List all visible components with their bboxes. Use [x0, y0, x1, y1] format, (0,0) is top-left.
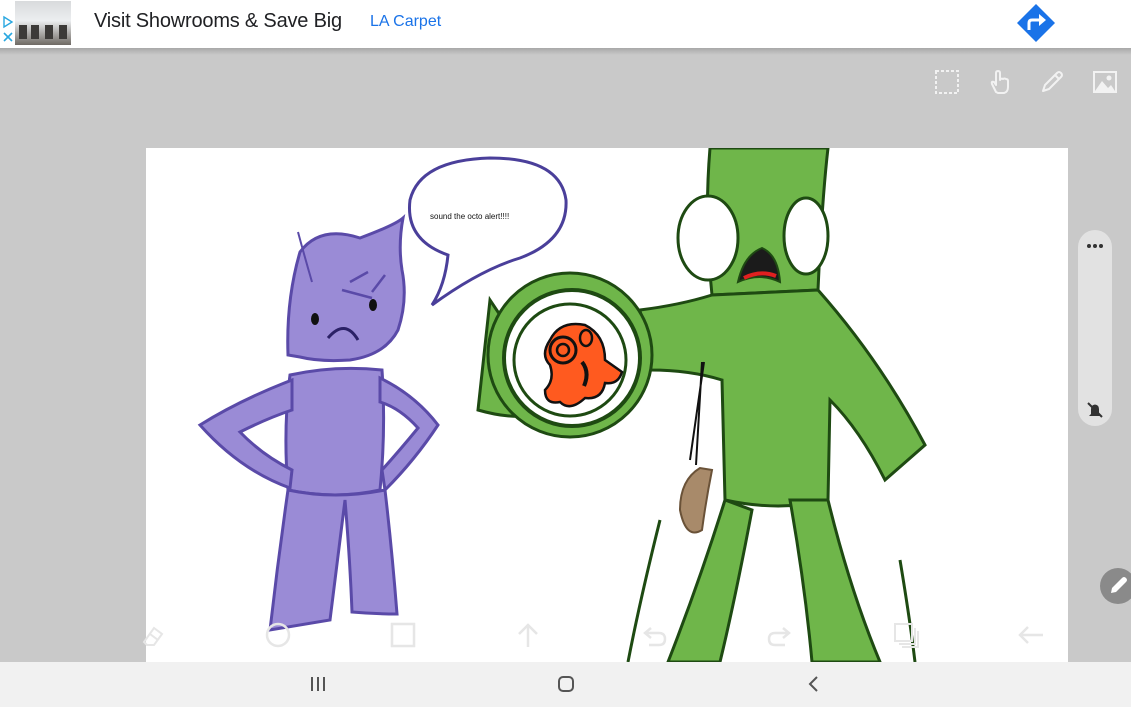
- drawing-canvas[interactable]: [146, 148, 1068, 662]
- redo-icon[interactable]: [765, 620, 795, 650]
- ad-divider: [0, 48, 1131, 55]
- speech-bubble-text: sound the octo alert!!!!: [430, 212, 510, 221]
- directions-arrow-icon[interactable]: [1016, 3, 1056, 43]
- pencil-icon: [1111, 577, 1127, 593]
- undo-icon[interactable]: [639, 620, 669, 650]
- ad-title[interactable]: Visit Showrooms & Save Big: [94, 10, 342, 33]
- layers-icon[interactable]: [891, 620, 921, 650]
- image-icon[interactable]: [1091, 68, 1119, 96]
- pen-fab-button[interactable]: [1100, 568, 1131, 604]
- arrow-left-icon[interactable]: [1016, 620, 1046, 650]
- bell-off-icon[interactable]: [1086, 401, 1104, 419]
- hand-pointer-icon[interactable]: [986, 68, 1014, 96]
- ad-banner[interactable]: Visit Showrooms & Save Big LA Carpet: [0, 0, 1131, 49]
- recents-icon[interactable]: [308, 674, 328, 694]
- drawing-artwork: [197, 148, 927, 662]
- more-dots-icon[interactable]: [1085, 236, 1105, 256]
- square-icon[interactable]: [388, 620, 418, 650]
- circle-icon[interactable]: [263, 620, 293, 650]
- ad-brand[interactable]: LA Carpet: [370, 13, 441, 31]
- back-chevron-icon[interactable]: [804, 674, 824, 694]
- pencil-icon[interactable]: [1038, 68, 1066, 96]
- purple-character-drawing: [197, 214, 440, 632]
- ad-choices-icon[interactable]: [2, 14, 14, 44]
- eraser-icon[interactable]: [138, 620, 168, 650]
- selection-tool-icon[interactable]: [933, 68, 961, 96]
- arrow-up-icon[interactable]: [513, 620, 543, 650]
- side-panel[interactable]: [1078, 230, 1112, 426]
- ad-thumbnail-image[interactable]: [15, 1, 71, 45]
- green-character-drawing: [626, 148, 927, 662]
- octo-alert-lens-drawing: [476, 271, 654, 439]
- home-icon[interactable]: [556, 674, 576, 694]
